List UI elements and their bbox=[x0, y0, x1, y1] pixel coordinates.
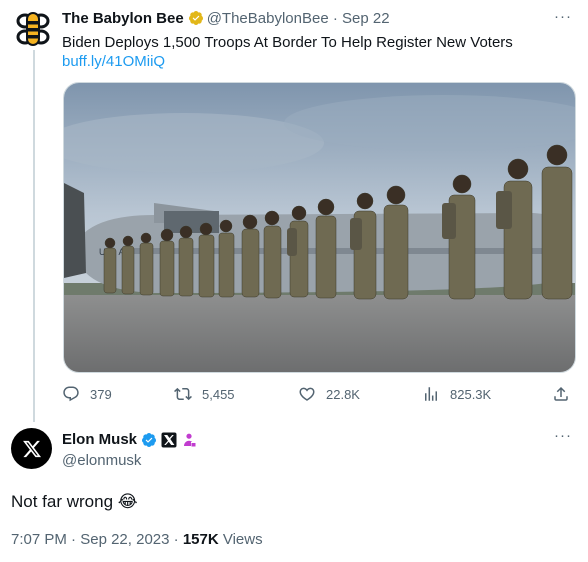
views-button[interactable]: 825.3K bbox=[422, 385, 491, 403]
main-author-handle[interactable]: @elonmusk bbox=[62, 452, 141, 470]
main-author-row: Elon Musk bbox=[62, 431, 197, 449]
views-total: 157K bbox=[182, 531, 219, 548]
quoted-tweet-header: The Babylon Bee @TheBabylonBee · Sep 22 bbox=[62, 10, 390, 28]
meta-dot: · bbox=[173, 531, 179, 548]
views-count: 825.3K bbox=[450, 386, 492, 402]
tweet-media-photo[interactable]: U.S. AIR bbox=[63, 82, 576, 373]
analytics-icon bbox=[425, 387, 437, 401]
x-logo-icon bbox=[22, 440, 41, 457]
reply-icon bbox=[63, 386, 79, 402]
main-tweet-text: Not far wrong 😂 bbox=[11, 492, 138, 511]
retweet-button[interactable]: 5,455 bbox=[174, 385, 235, 403]
views-label: Views bbox=[222, 531, 263, 548]
quoted-tweet-date[interactable]: Sep 22 bbox=[342, 10, 390, 27]
verified-blue-icon bbox=[142, 433, 157, 447]
like-button[interactable]: 22.8K bbox=[298, 385, 360, 403]
share-button[interactable] bbox=[552, 385, 570, 403]
tweet-meta: 7:07 PM · Sep 22, 2023 · 157K Views bbox=[11, 531, 263, 549]
reply-count: 379 bbox=[90, 386, 112, 402]
quoted-tweet-text: Biden Deploys 1,500 Troops At Border To … bbox=[62, 34, 513, 51]
tweet-date[interactable]: Sep 22, 2023 bbox=[80, 531, 169, 548]
x-affiliate-badge-icon bbox=[161, 432, 177, 448]
like-count: 22.8K bbox=[326, 386, 360, 402]
thread-connector bbox=[33, 50, 35, 422]
quoted-author-name[interactable]: The Babylon Bee bbox=[62, 10, 184, 27]
quoted-tweet-actions: 379 5,455 22.8K 825.3K bbox=[62, 385, 576, 409]
separator-dot: · bbox=[332, 10, 338, 27]
meta-dot: · bbox=[71, 531, 77, 548]
quoted-author-handle[interactable]: @TheBabylonBee bbox=[207, 10, 329, 27]
reply-button[interactable]: 379 bbox=[62, 385, 112, 403]
elon-musk-avatar[interactable] bbox=[11, 428, 52, 469]
quoted-tweet-link[interactable]: buff.ly/41OMiiQ bbox=[62, 52, 165, 71]
share-icon bbox=[554, 386, 568, 401]
more-options-icon[interactable]: ··· bbox=[554, 9, 572, 24]
heart-icon bbox=[299, 387, 315, 401]
government-affiliate-icon bbox=[184, 433, 197, 447]
more-options-icon[interactable]: ··· bbox=[554, 428, 572, 443]
bee-logo-icon bbox=[14, 10, 52, 48]
verified-gold-icon bbox=[188, 11, 203, 25]
main-author-name[interactable]: Elon Musk bbox=[62, 431, 137, 449]
retweet-icon bbox=[174, 387, 192, 401]
troops-boarding-plane-image: U.S. AIR bbox=[64, 83, 575, 372]
retweet-count: 5,455 bbox=[202, 386, 235, 402]
babylon-bee-avatar[interactable] bbox=[14, 10, 52, 48]
tweet-time[interactable]: 7:07 PM bbox=[11, 531, 67, 548]
